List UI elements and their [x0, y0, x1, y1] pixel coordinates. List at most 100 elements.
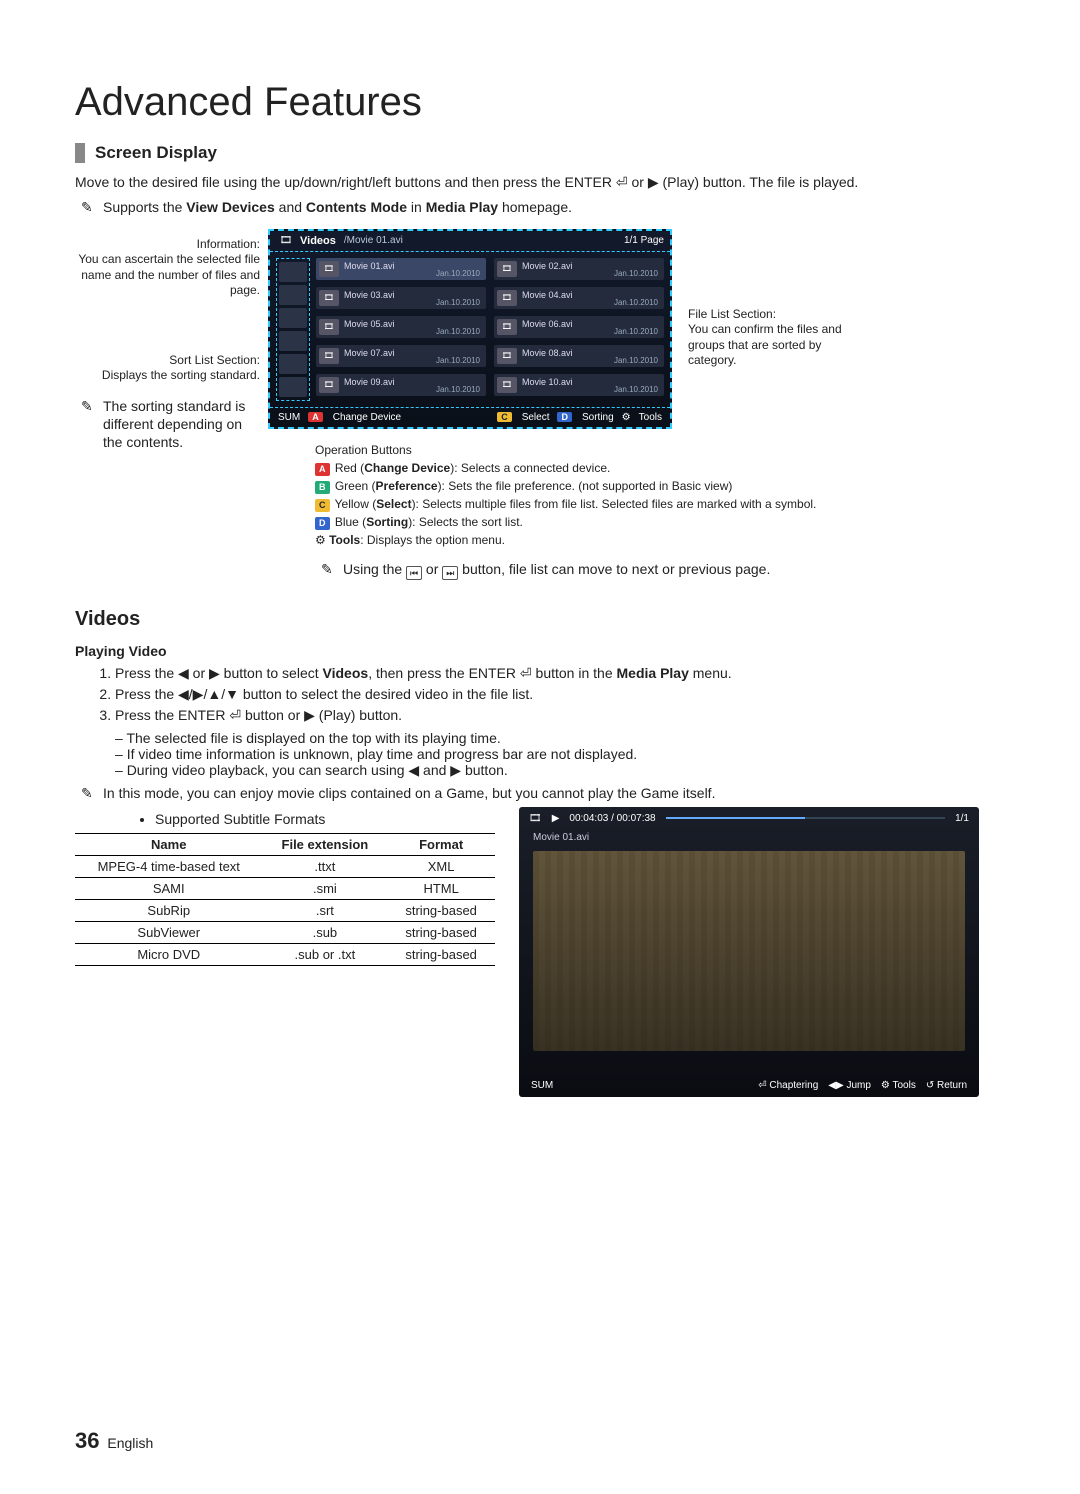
table-row: MPEG-4 time-based text.ttxtXML	[75, 855, 495, 877]
op-button-line: ⚙ Tools: Displays the option menu.	[315, 531, 1005, 549]
table-row: SAMI.smiHTML	[75, 877, 495, 899]
table-cell: SubViewer	[75, 921, 262, 943]
sort-item[interactable]	[279, 285, 307, 305]
file-name: Movie 06.avi	[522, 319, 573, 329]
op-button-line: B Green (Preference): Sets the file pref…	[315, 477, 1005, 495]
video-area	[533, 851, 965, 1051]
intro-text: Move to the desired file using the up/do…	[75, 173, 1005, 193]
progress-bar[interactable]	[666, 817, 946, 819]
table-header: File extension	[262, 833, 387, 855]
step-subitem: The selected file is displayed on the to…	[115, 730, 1005, 746]
file-item[interactable]: 🎞Movie 04.aviJan.10.2010	[494, 287, 664, 309]
player-control[interactable]: ⚙ Tools	[881, 1080, 916, 1091]
table-row: Micro DVD.sub or .txtstring-based	[75, 943, 495, 965]
player-time: 00:04:03 / 00:07:38	[569, 813, 655, 824]
file-name: Movie 05.avi	[344, 319, 395, 329]
op-buttons-heading: Operation Buttons	[315, 441, 1005, 459]
sort-item[interactable]	[279, 377, 307, 397]
category-label: Videos	[300, 235, 336, 247]
table-row: SubRip.srtstring-based	[75, 899, 495, 921]
page-footer: 36 English	[75, 1428, 153, 1454]
file-item[interactable]: 🎞Movie 10.aviJan.10.2010	[494, 374, 664, 396]
filelist-annotation-body: You can confirm the files and groups tha…	[688, 322, 842, 367]
table-row: SubViewer.substring-based	[75, 921, 495, 943]
table-cell: .sub	[262, 921, 387, 943]
table-cell: .ttxt	[262, 855, 387, 877]
file-date: Jan.10.2010	[614, 327, 658, 336]
video-thumb-icon: 🎞	[319, 319, 339, 335]
mode-note: In this mode, you can enjoy movie clips …	[75, 785, 1005, 801]
pager-label: 1/1 Page	[624, 235, 664, 246]
table-cell: .srt	[262, 899, 387, 921]
tools-icon[interactable]: ⚙	[622, 412, 631, 423]
table-cell: HTML	[387, 877, 495, 899]
video-thumb-icon: 🎞	[319, 377, 339, 393]
video-thumb-icon: 🎞	[497, 319, 517, 335]
step-item: Press the ◀ or ▶ button to select Videos…	[115, 665, 1005, 682]
table-cell: XML	[387, 855, 495, 877]
file-item[interactable]: 🎞Movie 08.aviJan.10.2010	[494, 345, 664, 367]
sum-label: SUM	[278, 412, 300, 423]
file-item[interactable]: 🎞 Movie 07.avi Jan.10.2010	[316, 345, 486, 367]
playing-video-heading: Playing Video	[75, 643, 1005, 659]
table-cell: SubRip	[75, 899, 262, 921]
sort-column[interactable]	[276, 258, 310, 401]
table-cell: string-based	[387, 921, 495, 943]
badge-d[interactable]: D	[557, 412, 572, 422]
file-date: Jan.10.2010	[436, 269, 480, 278]
select-label[interactable]: Select	[522, 412, 550, 423]
filelist-annotation-title: File List Section:	[688, 307, 776, 321]
sort-item[interactable]	[279, 262, 307, 282]
videos-icon: 🎞	[276, 235, 296, 246]
file-item[interactable]: 🎞 Movie 06.avi Jan.10.2010	[494, 316, 664, 338]
video-thumb-icon: 🎞	[319, 348, 339, 364]
player-pager: 1/1	[955, 813, 969, 824]
player-control[interactable]: ↺ Return	[926, 1080, 967, 1091]
file-item[interactable]: 🎞Movie 02.aviJan.10.2010	[494, 258, 664, 280]
page-lang: English	[107, 1435, 153, 1451]
file-item[interactable]: 🎞 Movie 09.avi Jan.10.2010	[316, 374, 486, 396]
video-thumb-icon: 🎞	[319, 261, 339, 277]
badge-a[interactable]: A	[308, 412, 323, 422]
video-thumb-icon: 🎞	[497, 348, 517, 364]
info-annotation-body: You can ascertain the selected file name…	[78, 252, 260, 297]
player-control[interactable]: ⏎ Chaptering	[758, 1080, 818, 1091]
file-item[interactable]: 🎞Movie 01.aviJan.10.2010	[316, 258, 486, 280]
breadcrumb: /Movie 01.avi	[344, 235, 403, 246]
play-icon[interactable]: ▶	[552, 813, 560, 824]
file-item[interactable]: 🎞Movie 03.aviJan.10.2010	[316, 287, 486, 309]
file-date: Jan.10.2010	[436, 356, 480, 365]
file-item[interactable]: 🎞 Movie 05.avi Jan.10.2010	[316, 316, 486, 338]
table-header: Name	[75, 833, 262, 855]
file-date: Jan.10.2010	[436, 298, 480, 307]
page-number: 36	[75, 1428, 99, 1453]
table-cell: string-based	[387, 899, 495, 921]
file-name: Movie 10.avi	[522, 377, 573, 387]
file-date: Jan.10.2010	[436, 327, 480, 336]
step-subitem: During video playback, you can search us…	[115, 762, 1005, 779]
info-annotation-title: Information:	[197, 237, 260, 251]
subtitle-format-table: Name File extension Format MPEG-4 time-b…	[75, 833, 495, 966]
sort-item[interactable]	[279, 354, 307, 374]
sort-item[interactable]	[279, 331, 307, 351]
player-control[interactable]: ◀▶ Jump	[828, 1080, 871, 1091]
player-device-icon: 🎞	[529, 813, 542, 824]
file-name: Movie 02.avi	[522, 261, 573, 271]
file-name: Movie 07.avi	[344, 348, 395, 358]
file-date: Jan.10.2010	[436, 385, 480, 394]
file-name: Movie 04.avi	[522, 290, 573, 300]
sorting-label[interactable]: Sorting	[582, 412, 614, 423]
file-name: Movie 03.avi	[344, 290, 395, 300]
badge-c[interactable]: C	[497, 412, 512, 422]
op-button-line: D Blue (Sorting): Selects the sort list.	[315, 513, 1005, 531]
tools-label[interactable]: Tools	[639, 412, 662, 423]
file-name: Movie 09.avi	[344, 377, 395, 387]
table-cell: SAMI	[75, 877, 262, 899]
file-date: Jan.10.2010	[614, 356, 658, 365]
step-subitem: If video time information is unknown, pl…	[115, 746, 1005, 762]
change-device-label[interactable]: Change Device	[333, 412, 401, 423]
page-title: Advanced Features	[75, 80, 1005, 125]
sort-item[interactable]	[279, 308, 307, 328]
videos-heading: Videos	[75, 608, 1005, 631]
file-date: Jan.10.2010	[614, 298, 658, 307]
